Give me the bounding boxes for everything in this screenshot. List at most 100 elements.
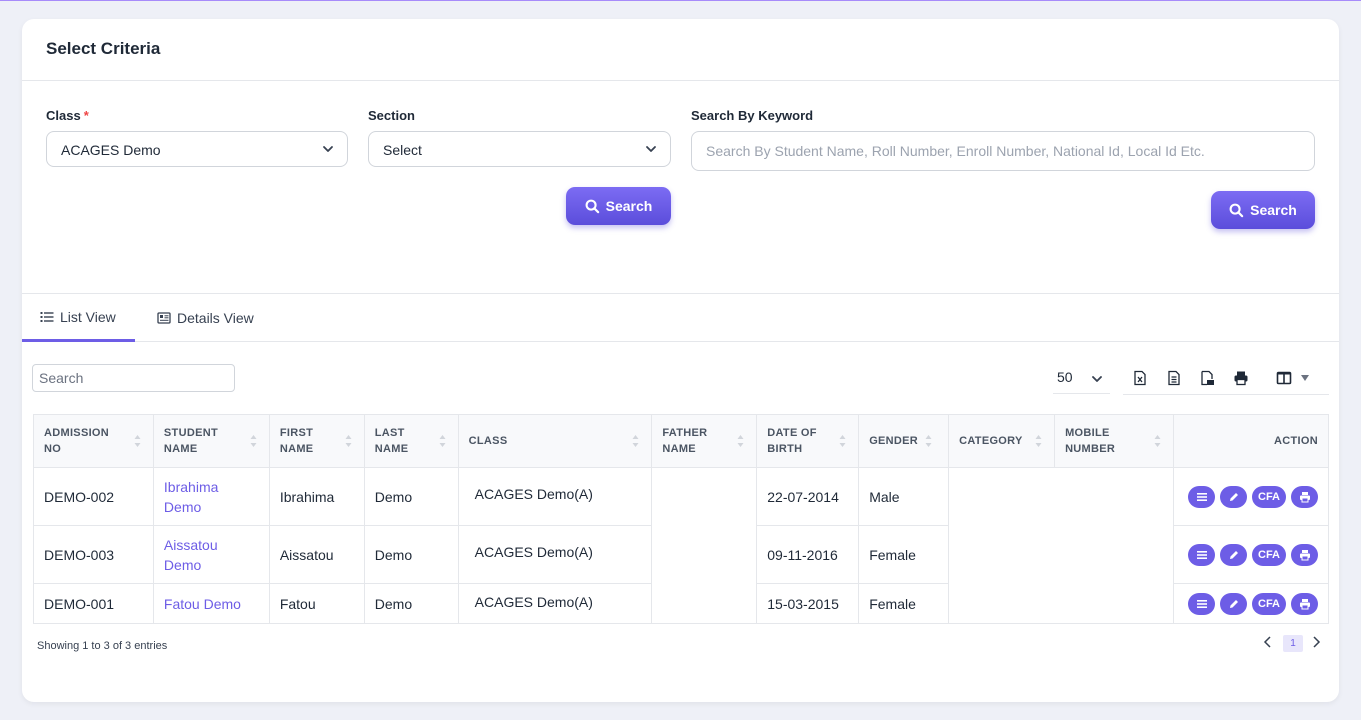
- excel-icon: [1134, 370, 1146, 386]
- action-cell: CFA: [1172, 467, 1330, 526]
- mobile-cell: [1054, 525, 1174, 584]
- sort-icon: [134, 435, 141, 447]
- pencil-icon: [1229, 599, 1238, 608]
- father-name-cell: [651, 467, 758, 526]
- pdf-icon: [1201, 370, 1214, 386]
- admission-no-cell: DEMO-001: [33, 583, 154, 624]
- table-search-input[interactable]: [32, 364, 235, 392]
- sort-icon: [250, 435, 257, 447]
- search-button-class[interactable]: Search: [566, 187, 671, 225]
- column-visibility-button[interactable]: [1273, 367, 1313, 389]
- first-name-cell: Ibrahima: [268, 467, 365, 526]
- column-header[interactable]: LAST NAME: [363, 414, 459, 468]
- excel-export-button[interactable]: [1129, 367, 1151, 389]
- search-icon: [1229, 203, 1244, 217]
- search-button-keyword[interactable]: Search: [1211, 191, 1315, 229]
- column-header[interactable]: DATE OF BIRTH: [756, 414, 860, 468]
- print-row-button[interactable]: [1291, 543, 1318, 566]
- column-header-label: ADMISSION NO: [44, 427, 110, 455]
- admission-no-cell: DEMO-003: [33, 525, 154, 584]
- class-select-value: ACAGES Demo: [61, 142, 161, 158]
- pdf-export-button[interactable]: [1196, 367, 1218, 389]
- category-cell: [948, 467, 1055, 526]
- chevron-right-icon[interactable]: [1310, 635, 1322, 649]
- menu-icon: [1196, 492, 1207, 501]
- columns-icon: [1276, 371, 1292, 385]
- class-label-text: Class: [46, 108, 81, 123]
- dob-cell: 22-07-2014: [756, 467, 860, 526]
- gender-cell: Male: [858, 467, 950, 526]
- csv-export-button[interactable]: [1163, 367, 1185, 389]
- category-cell: [948, 525, 1055, 584]
- edit-button[interactable]: [1220, 592, 1247, 615]
- edit-button[interactable]: [1220, 543, 1247, 566]
- class-label: Class *: [46, 108, 89, 123]
- column-header-label: FIRST NAME: [279, 427, 314, 455]
- view-button[interactable]: [1188, 543, 1215, 566]
- tab-list-view[interactable]: List View: [22, 294, 135, 342]
- sort-icon: [737, 435, 744, 447]
- column-header-label: FATHER NAME: [662, 427, 708, 455]
- pencil-icon: [1229, 492, 1238, 501]
- view-button[interactable]: [1188, 485, 1215, 508]
- top-border: [0, 0, 1361, 8]
- cfa-button[interactable]: CFA: [1252, 485, 1286, 508]
- entries-info: Showing 1 to 3 of 3 entries: [37, 640, 168, 652]
- csv-icon: [1168, 370, 1180, 386]
- tab-details-view[interactable]: Details View: [139, 294, 272, 342]
- class-cell-text: ACAGES Demo(A): [474, 594, 593, 610]
- view-tabs: List View Details View: [22, 294, 1339, 342]
- column-header-label: MOBILE NUMBER: [1065, 427, 1116, 455]
- cfa-button[interactable]: CFA: [1252, 543, 1286, 566]
- column-header: ACTION: [1172, 414, 1330, 468]
- print-icon: [1234, 371, 1248, 386]
- page-size-value: 50: [1057, 369, 1073, 385]
- table-row: DEMO-002 Ibrahima Demo Ibrahima Demo ACA…: [33, 467, 1330, 526]
- column-header-label: CLASS: [468, 435, 508, 447]
- table-row: DEMO-003 Aissatou Demo Aissatou Demo ACA…: [33, 525, 1330, 584]
- students-table: ADMISSION NO STUDENT NAME FIRST NAME LAS…: [33, 414, 1330, 624]
- column-header[interactable]: GENDER: [858, 414, 950, 468]
- student-name-link[interactable]: Ibrahima Demo: [152, 467, 270, 526]
- column-header[interactable]: CATEGORY: [948, 414, 1056, 468]
- mobile-cell: [1054, 467, 1174, 526]
- action-buttons: CFA: [1184, 592, 1318, 615]
- column-header[interactable]: STUDENT NAME: [152, 414, 270, 468]
- print-icon: [1299, 491, 1310, 502]
- cfa-button[interactable]: CFA: [1252, 592, 1286, 615]
- export-toolbar: [1123, 363, 1329, 395]
- print-button[interactable]: [1230, 367, 1252, 389]
- column-header-label: CATEGORY: [959, 435, 1023, 447]
- menu-icon: [1196, 550, 1207, 559]
- class-cell-text: ACAGES Demo(A): [474, 544, 593, 560]
- section-select-value: Select: [383, 142, 422, 158]
- print-row-button[interactable]: [1291, 592, 1318, 615]
- student-name-link[interactable]: Aissatou Demo: [152, 525, 270, 584]
- column-header[interactable]: CLASS: [457, 414, 653, 468]
- column-header[interactable]: FATHER NAME: [651, 414, 758, 468]
- sort-icon: [1154, 435, 1161, 447]
- print-row-button[interactable]: [1291, 485, 1318, 508]
- section-select[interactable]: Select: [368, 131, 671, 167]
- view-button[interactable]: [1188, 592, 1215, 615]
- page-number-button[interactable]: 1: [1283, 635, 1303, 652]
- edit-button[interactable]: [1220, 485, 1247, 508]
- column-header-label: DATE OF BIRTH: [767, 427, 817, 455]
- column-header[interactable]: MOBILE NUMBER: [1054, 414, 1174, 468]
- column-header-label: STUDENT NAME: [163, 427, 218, 455]
- class-select[interactable]: ACAGES Demo: [46, 131, 348, 167]
- search-icon: [585, 199, 599, 213]
- table-row: DEMO-001 Fatou Demo Fatou Demo ACAGES De…: [33, 583, 1330, 624]
- column-header-label: ACTION: [1274, 435, 1318, 447]
- column-header[interactable]: ADMISSION NO: [33, 414, 154, 468]
- column-header[interactable]: FIRST NAME: [268, 414, 365, 468]
- chevron-down-icon: [323, 146, 333, 152]
- class-cell: ACAGES Demo(A): [457, 525, 653, 584]
- sort-icon: [839, 435, 846, 447]
- page-size-select[interactable]: 50: [1053, 364, 1110, 394]
- caret-down-icon: [1301, 375, 1309, 381]
- tab-label: Details View: [177, 310, 254, 326]
- chevron-left-icon[interactable]: [1262, 635, 1274, 649]
- student-name-link[interactable]: Fatou Demo: [152, 583, 270, 624]
- keyword-search-input[interactable]: [691, 131, 1315, 171]
